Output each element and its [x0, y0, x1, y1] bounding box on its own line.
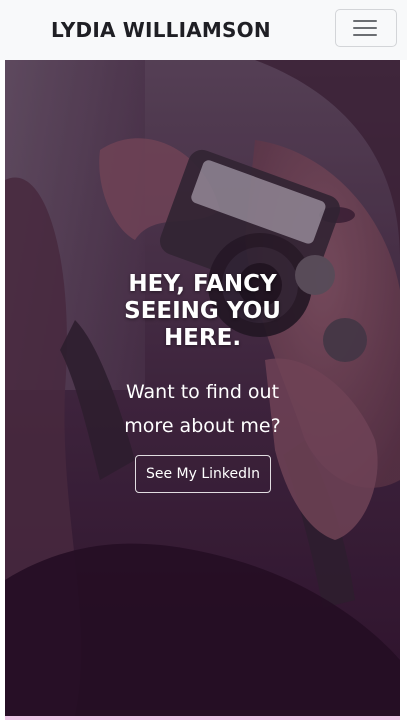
hero-heading: HEY, FANCY SEEING YOU HERE. — [5, 271, 400, 352]
linkedin-button[interactable]: See My LinkedIn — [135, 455, 271, 493]
hero-heading-line: HERE. — [163, 325, 242, 351]
hero-subheading-line: more about me? — [124, 415, 281, 437]
navbar: LYDIA WILLIAMSON — [0, 0, 407, 60]
hero-subheading: Want to find out more about me? — [5, 375, 400, 443]
hero-heading-line: HEY, FANCY — [128, 271, 277, 297]
section-divider — [5, 716, 400, 720]
hero-heading-line: SEEING YOU — [124, 298, 281, 324]
menu-toggle-button[interactable] — [335, 9, 397, 47]
hero-section: HEY, FANCY SEEING YOU HERE. Want to find… — [5, 60, 400, 716]
brand-name[interactable]: LYDIA WILLIAMSON — [51, 16, 271, 44]
hero-subheading-line: Want to find out — [125, 381, 280, 403]
